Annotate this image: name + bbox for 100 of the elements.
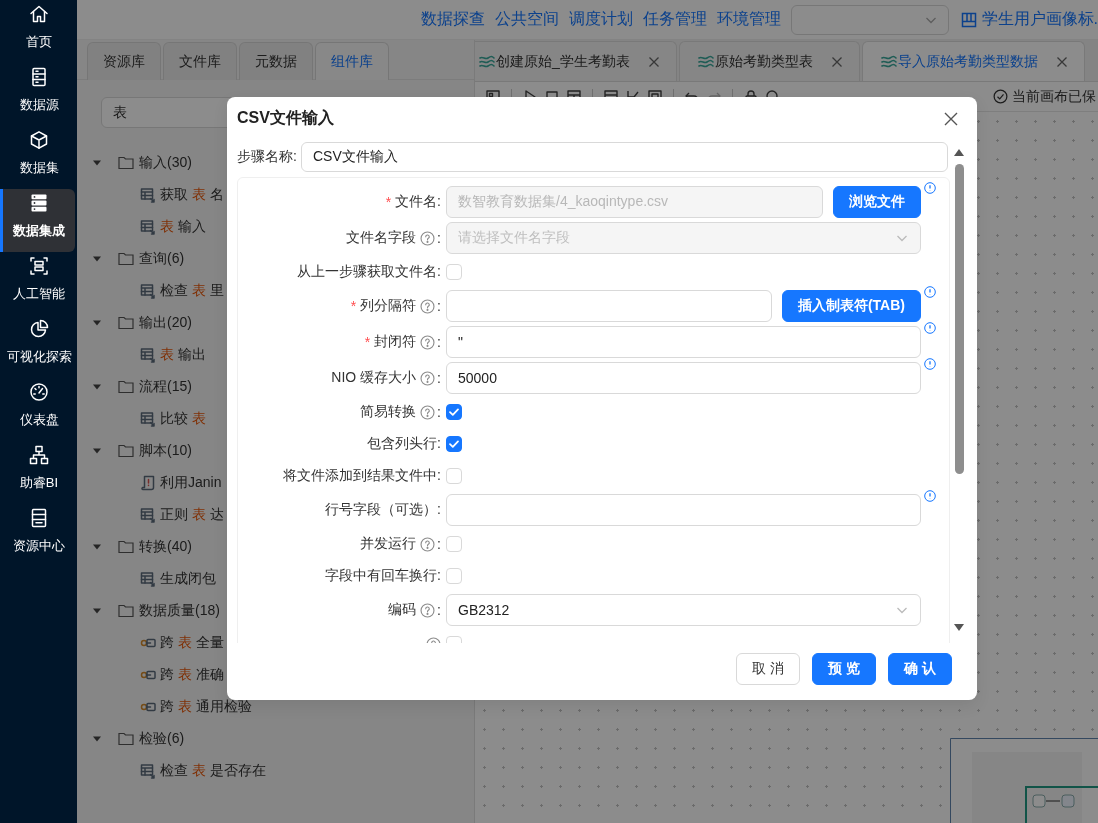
label-colon: :: [437, 536, 441, 552]
folder-icon: [118, 732, 134, 746]
sidebar-item[interactable]: 数据集成: [0, 189, 75, 252]
text-input[interactable]: [446, 290, 772, 322]
tree-item[interactable]: 跨 表 准确: [140, 659, 224, 691]
tree-item[interactable]: 表 输入: [140, 211, 206, 243]
table-icon: [140, 571, 156, 587]
close-icon[interactable]: [830, 56, 843, 68]
tree-item[interactable]: 跨 表 全量: [140, 627, 224, 659]
tree-item[interactable]: 利用Janin: [140, 467, 222, 499]
sidebar-item[interactable]: 助睿BI: [0, 441, 75, 504]
dialog-button[interactable]: 确 认: [888, 653, 952, 685]
help-icon[interactable]: [420, 602, 436, 618]
nav-link[interactable]: 公共空间: [494, 9, 559, 30]
field-label: 包含列头行:: [367, 435, 441, 453]
info-icon[interactable]: [924, 322, 936, 334]
tree-item[interactable]: 检查 表 里: [140, 275, 224, 307]
close-button[interactable]: [944, 111, 958, 126]
document-tab[interactable]: 创建原始_学生考勤表: [475, 41, 677, 81]
nav-link[interactable]: 调度计划: [568, 9, 633, 30]
scrollbar-thumb[interactable]: [954, 164, 964, 474]
nav-link[interactable]: 环境管理: [716, 9, 781, 30]
tree-category[interactable]: 数据质量(18): [93, 595, 220, 627]
help-icon[interactable]: [420, 404, 436, 420]
project-link[interactable]: 学生用户画像标.: [960, 9, 1098, 30]
help-icon[interactable]: [420, 370, 436, 386]
info-icon[interactable]: [924, 286, 936, 298]
checkbox[interactable]: [446, 404, 462, 420]
close-icon[interactable]: [647, 56, 660, 68]
sidebar-item[interactable]: 数据源: [0, 63, 75, 126]
field-label: 从上一步骤获取文件名:: [297, 263, 441, 281]
sidebar-item[interactable]: 人工智能: [0, 252, 75, 315]
info-icon[interactable]: [924, 358, 936, 370]
tree-item[interactable]: 获取 表 名: [140, 179, 224, 211]
help-icon[interactable]: [420, 536, 436, 552]
waves-icon: [479, 55, 495, 69]
document-tab[interactable]: 原始考勤类型表: [678, 41, 860, 81]
server-icon: [29, 67, 49, 87]
dialog-button[interactable]: 预 览: [812, 653, 877, 685]
tree-item[interactable]: 生成闭包: [140, 563, 216, 595]
check-circle-icon: [993, 89, 1008, 104]
save-status: 当前画布已保: [993, 87, 1098, 106]
folder-icon: [118, 604, 134, 618]
label-colon: :: [437, 404, 441, 420]
panel-tab[interactable]: 文件库: [163, 42, 237, 80]
text-input[interactable]: CSV文件输入: [301, 142, 948, 172]
label-colon: :: [437, 298, 441, 314]
layout-icon: [960, 11, 977, 28]
tree-item[interactable]: 表 输出: [140, 339, 206, 371]
help-icon[interactable]: [420, 298, 436, 314]
sidebar-item[interactable]: 数据集: [0, 126, 75, 189]
tree-category[interactable]: 输出(20): [93, 307, 192, 339]
hierarchy-icon: [29, 445, 49, 465]
document-icon: [29, 508, 49, 528]
tree-item[interactable]: 跨 表 通用检验: [140, 691, 252, 723]
tree-category[interactable]: 脚本(10): [93, 435, 192, 467]
help-icon[interactable]: [420, 334, 436, 350]
sidebar-item[interactable]: 首页: [0, 0, 75, 63]
sidebar-item[interactable]: 仪表盘: [0, 378, 75, 441]
pie-chart-icon: [29, 319, 49, 339]
tree-category[interactable]: 流程(15): [93, 371, 192, 403]
tree-item[interactable]: 比较 表: [140, 403, 206, 435]
tree-category[interactable]: 输入(30): [93, 147, 192, 179]
folder-icon: [118, 316, 134, 330]
field-button[interactable]: 插入制表符(TAB): [781, 290, 921, 322]
tree-category[interactable]: 检验(6): [93, 723, 185, 755]
scroll-down-icon[interactable]: [954, 624, 964, 631]
panel-tab[interactable]: 资源库: [87, 42, 161, 80]
tree-category[interactable]: 转换(40): [93, 531, 192, 563]
sidebar-item[interactable]: 可视化探索: [0, 315, 75, 378]
info-icon[interactable]: [924, 490, 936, 502]
text-input[interactable]: [446, 494, 921, 526]
required-mark: *: [385, 194, 392, 210]
home-icon: [29, 4, 49, 24]
select-field[interactable]: GB2312: [446, 594, 921, 626]
field-label: 字段中有回车换行:: [325, 567, 441, 585]
field-label: 封闭符: [374, 333, 417, 351]
label-colon: :: [437, 370, 441, 386]
checkbox[interactable]: [446, 436, 462, 452]
text-input[interactable]: 50000: [446, 362, 921, 394]
folder-icon: [118, 252, 134, 266]
dialog-button[interactable]: 取 消: [736, 653, 801, 685]
panel-tab[interactable]: 元数据: [239, 42, 313, 80]
tree-item[interactable]: 正则 表 达: [140, 499, 224, 531]
nav-link[interactable]: 任务管理: [642, 9, 707, 30]
folder-icon: [118, 444, 134, 458]
cube-icon: [29, 130, 49, 150]
tree-category[interactable]: 查询(6): [93, 243, 185, 275]
document-tab[interactable]: 导入原始考勤类型数据: [861, 41, 1085, 81]
waves-icon: [697, 55, 714, 69]
scroll-icon: [140, 475, 156, 491]
sidebar-item[interactable]: 资源中心: [0, 504, 75, 567]
folder-icon: [118, 540, 134, 554]
nav-link[interactable]: 数据探查: [420, 9, 485, 30]
field-label: 列分隔符: [360, 297, 417, 315]
scroll-up-icon[interactable]: [954, 149, 964, 156]
tree-item[interactable]: 检查 表 是否存在: [140, 755, 266, 787]
panel-tab[interactable]: 组件库: [315, 42, 389, 80]
close-icon[interactable]: [1055, 56, 1068, 68]
text-input[interactable]: ": [446, 326, 921, 358]
